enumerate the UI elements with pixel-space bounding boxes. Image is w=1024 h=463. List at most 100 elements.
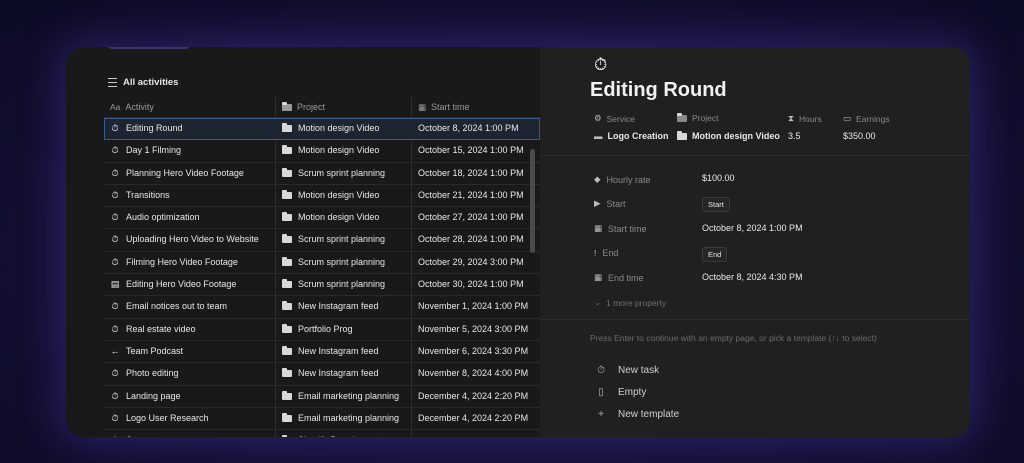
project-cell[interactable]: Email marketing planning	[282, 386, 399, 407]
project-value[interactable]: Motion design Video	[677, 130, 780, 141]
hourly-rate-value[interactable]: $100.00	[702, 173, 735, 183]
project-cell[interactable]: Shopify Brand	[282, 430, 355, 437]
start-time-text: October 30, 2024 1:00 PM	[418, 279, 524, 290]
table-row[interactable]: ⏱ Uploading Hero Video to Website Scrum sp…	[104, 229, 540, 252]
top-tab-indicator[interactable]	[108, 47, 190, 49]
activity-cell[interactable]: ⏱ Editing Round	[110, 118, 182, 139]
project-cell[interactable]: Motion design Video	[282, 207, 379, 228]
activity-cell[interactable]: ⏱ Day 1 Filming	[110, 140, 181, 161]
project-cell[interactable]: Motion design Video	[282, 185, 379, 206]
activity-cell[interactable]: ⏱ Uploading Hero Video to Website	[110, 229, 258, 250]
activity-cell[interactable]: ⏱ Photo editing	[110, 363, 178, 384]
stopwatch-icon: ⏱	[111, 368, 119, 379]
start-time-cell[interactable]: December 4, 2024 2:20 PM	[418, 386, 528, 407]
table-row[interactable]: ⏱ Transitions Motion design Video October 2…	[104, 185, 540, 208]
table-row[interactable]: ⏱ Real estate video Portfolio Prog November…	[104, 319, 540, 341]
table-row[interactable]: ⏱ Email notices out to team New Instagram …	[104, 296, 540, 319]
project-name: New Instagram feed	[298, 368, 379, 379]
calendar-icon: ▦	[594, 223, 603, 233]
activity-name: Store	[126, 430, 148, 437]
project-cell[interactable]: Motion design Video	[282, 140, 379, 161]
project-cell[interactable]: New Instagram feed	[282, 296, 379, 317]
table-row[interactable]: ⏱ Filming Hero Video Footage Scrum sprint …	[104, 252, 540, 275]
folder-icon	[282, 167, 292, 177]
table-row[interactable]: ▤ Editing Hero Video Footage Scrum sprint …	[104, 274, 540, 297]
template-empty[interactable]: ▯ Empty	[596, 387, 646, 398]
project-cell[interactable]: New Instagram feed	[282, 341, 379, 362]
scrollbar[interactable]	[530, 149, 535, 253]
start-time-cell[interactable]: October 21, 2024 1:00 PM	[418, 185, 524, 206]
activity-cell[interactable]: ⏱ Landing page	[110, 386, 180, 407]
earnings-property-label[interactable]: ▭ Earnings	[843, 113, 890, 124]
column-header-activity[interactable]: Aa Activity	[110, 97, 154, 117]
activity-cell[interactable]: ⏱ Email notices out to team	[110, 296, 227, 317]
service-property-label[interactable]: ⚙ Service	[594, 113, 635, 124]
start-time-label[interactable]: ▦ Start time	[594, 223, 647, 234]
table-row[interactable]: ← Team Podcast New Instagram feed November …	[104, 341, 540, 364]
start-time-cell[interactable]: October 27, 2024 1:00 PM	[418, 207, 524, 228]
table-row[interactable]: ⏱ Landing page Email marketing planning Dec…	[104, 386, 540, 408]
earnings-value[interactable]: $350.00	[843, 131, 876, 141]
project-cell[interactable]: Scrum sprint planning	[282, 163, 385, 184]
start-time-cell[interactable]: December 4, 2024 2:20 PM	[418, 408, 528, 429]
table-row[interactable]: ⏱ Audio optimization Motion design Video Oc…	[104, 207, 540, 230]
activity-cell[interactable]: ▤ Editing Hero Video Footage	[110, 274, 237, 295]
start-time-cell[interactable]: October 18, 2024 1:00 PM	[418, 163, 524, 184]
start-time-cell[interactable]: October 29, 2024 3:00 PM	[418, 252, 524, 273]
start-time-cell[interactable]: November 1, 2024 1:00 PM	[418, 296, 528, 317]
project-cell[interactable]: Portfolio Prog	[282, 319, 353, 340]
start-time-cell[interactable]: November 6, 2024 3:30 PM	[418, 341, 528, 362]
start-time-cell[interactable]: November 8, 2024 4:00 PM	[418, 363, 528, 384]
start-time-cell[interactable]: November 5, 2024 3:00 PM	[418, 319, 528, 340]
hours-value[interactable]: 3.5	[788, 131, 801, 141]
hours-property-label[interactable]: ⧗ Hours	[788, 113, 822, 124]
template-new-task[interactable]: ⏱ New task	[596, 365, 659, 376]
activity-cell[interactable]: ⏱ Audio optimization	[110, 207, 199, 228]
start-button[interactable]: Start	[702, 197, 730, 212]
project-name: Motion design Video	[298, 145, 380, 156]
project-name: Scrum sprint planning	[298, 234, 386, 245]
end-time-label[interactable]: ▦ End time	[594, 272, 644, 283]
activity-cell[interactable]: ⏱ Logo User Research	[110, 408, 208, 429]
table-row[interactable]: ⏱ Planning Hero Video Footage Scrum sprint…	[104, 163, 540, 185]
end-button[interactable]: End	[702, 247, 728, 262]
stopwatch-icon[interactable]: ⏱	[594, 55, 607, 75]
table-row[interactable]: ⏱ Day 1 Filming Motion design Video October…	[104, 140, 540, 163]
start-time-cell[interactable]: October 8, 2024 1:00 PM	[418, 118, 519, 139]
activity-cell[interactable]: ⏱ Transitions	[110, 185, 169, 206]
table-row[interactable]: ⏱ Logo User Research Email marketing plann…	[104, 408, 540, 431]
table-row[interactable]: ⏱ Photo editing New Instagram feed November…	[104, 363, 540, 386]
money-icon: ▭	[843, 113, 852, 123]
activity-cell[interactable]: ⏱ Real estate video	[110, 319, 195, 340]
more-properties-toggle[interactable]: ⌄ 1 more property	[594, 297, 666, 308]
start-time-value[interactable]: October 8, 2024 1:00 PM	[702, 223, 803, 233]
table-row[interactable]: ⏱ Editing Round Motion design Video October…	[104, 118, 540, 141]
start-label[interactable]: ▶ Start	[594, 198, 626, 209]
project-cell[interactable]: Email marketing planning	[282, 408, 399, 429]
table-row[interactable]: ⏱ Store Shopify Brand	[104, 430, 540, 437]
column-header-start-time[interactable]: ▦ Start time	[418, 97, 470, 117]
project-cell[interactable]: New Instagram feed	[282, 363, 379, 384]
start-time-cell[interactable]: October 15, 2024 1:00 PM	[418, 140, 524, 161]
activity-cell[interactable]: ⏱ Store	[110, 430, 148, 437]
view-title[interactable]: All activities	[108, 77, 178, 88]
end-label[interactable]: ! End	[594, 248, 618, 258]
template-new-template[interactable]: + New template	[596, 409, 679, 420]
start-time-cell[interactable]: October 28, 2024 1:00 PM	[418, 229, 524, 250]
column-header-project[interactable]: Project	[282, 97, 325, 117]
project-property-label[interactable]: Project	[677, 112, 718, 123]
stopwatch-icon: ⏱	[111, 145, 119, 156]
page-title[interactable]: Editing Round	[590, 79, 727, 102]
activity-cell[interactable]: ⏱ Filming Hero Video Footage	[110, 252, 237, 273]
activity-cell[interactable]: ← Team Podcast	[110, 341, 184, 362]
start-time-text: November 8, 2024 4:00 PM	[418, 368, 529, 379]
project-cell[interactable]: Motion design Video	[282, 118, 379, 139]
end-time-value[interactable]: October 8, 2024 4:30 PM	[702, 272, 803, 282]
service-value[interactable]: ▬ Logo Creation	[594, 131, 669, 141]
hourly-rate-label[interactable]: ◆ Hourly rate	[594, 174, 651, 185]
project-cell[interactable]: Scrum sprint planning	[282, 229, 385, 250]
project-cell[interactable]: Scrum sprint planning	[282, 274, 385, 295]
start-time-cell[interactable]: October 30, 2024 1:00 PM	[418, 274, 524, 295]
project-cell[interactable]: Scrum sprint planning	[282, 252, 385, 273]
activity-cell[interactable]: ⏱ Planning Hero Video Footage	[110, 163, 243, 184]
